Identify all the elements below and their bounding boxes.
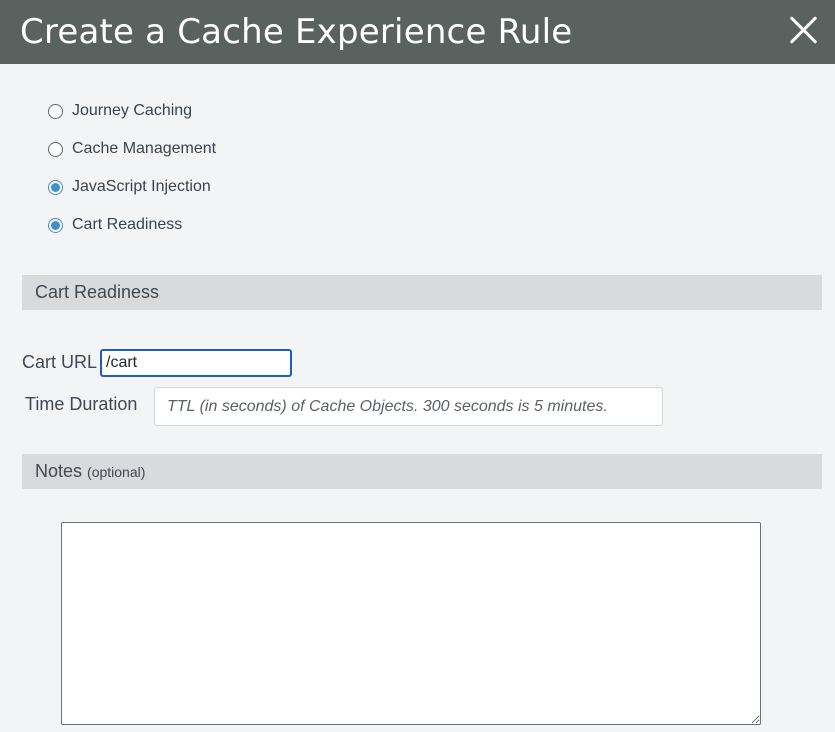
optional-label: (optional) [87, 463, 146, 480]
cart-url-input[interactable] [100, 349, 292, 377]
radio-label: Cart Readiness [72, 216, 183, 233]
radio-cart-readiness[interactable]: Cart Readiness [48, 216, 182, 234]
dialog-title: Create a Cache Experience Rule [20, 12, 573, 52]
dialog-header: Create a Cache Experience Rule [0, 0, 835, 64]
notes-section-header: Notes (optional) [22, 454, 822, 489]
radio-button-icon[interactable] [48, 103, 63, 119]
radio-cache-management[interactable]: Cache Management [48, 140, 216, 158]
time-duration-label: Time Duration [25, 394, 138, 414]
cart-readiness-section-header: Cart Readiness [22, 275, 822, 310]
close-icon[interactable] [789, 15, 819, 45]
radio-journey-caching[interactable]: Journey Caching [48, 102, 192, 120]
notes-textarea[interactable] [61, 522, 761, 725]
radio-button-checked-icon[interactable] [48, 179, 63, 195]
radio-label: Cache Management [72, 140, 217, 157]
radio-button-checked-icon[interactable] [48, 217, 63, 233]
cache-rule-dialog: Create a Cache Experience Rule Journey C… [0, 0, 835, 732]
radio-label: Journey Caching [72, 102, 193, 119]
radio-label: JavaScript Injection [72, 178, 211, 195]
cart-url-label: Cart URL [22, 352, 98, 372]
section-heading: Cart Readiness [35, 282, 160, 302]
time-duration-input[interactable] [154, 387, 663, 426]
radio-button-icon[interactable] [48, 141, 63, 157]
section-heading: Notes [35, 461, 83, 481]
radio-javascript-injection[interactable]: JavaScript Injection [48, 178, 211, 196]
